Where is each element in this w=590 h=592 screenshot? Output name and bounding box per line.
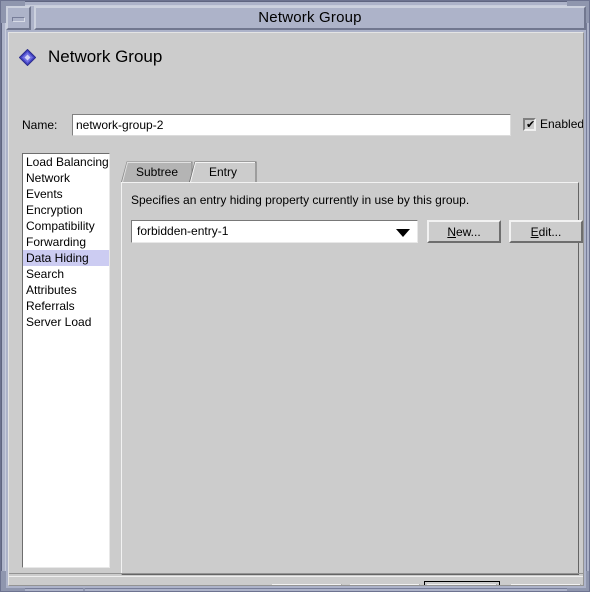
resize-grip-bottom-left-h[interactable] [1,588,25,591]
resize-grip-bottom-right-h[interactable] [567,588,589,591]
name-label: Name: [22,118,58,132]
tab-entry[interactable]: Entry [189,161,257,184]
diamond-icon [18,48,37,66]
enabled-checkbox-group[interactable]: ✔ Enabled [523,117,584,131]
sidebar-item-forwarding[interactable]: Forwarding [23,234,109,250]
name-row: Name: ✔ Enabled [22,114,583,138]
sidebar-item-attributes[interactable]: Attributes [23,282,109,298]
tab-strip: Subtree Entry [121,161,579,184]
entry-property-value: forbidden-entry-1 [137,224,229,238]
checkmark-icon: ✔ [526,117,536,131]
page-title: Network Group [48,47,163,66]
page-header: Network Group [18,47,163,67]
panel-description: Specifies an entry hiding property curre… [131,193,470,207]
sidebar-item-load-balancing[interactable]: Load Balancing [23,154,109,170]
edit-button[interactable]: Edit... [509,220,583,243]
minimize-button[interactable] [6,6,31,30]
sidebar-item-compatibility[interactable]: Compatibility [23,218,109,234]
enabled-checkbox[interactable]: ✔ [523,117,536,131]
sidebar-item-search[interactable]: Search [23,266,109,282]
tab-subtree[interactable]: Subtree [121,161,193,184]
sidebar-item-referrals[interactable]: Referrals [23,298,109,314]
edit-button-mnemonic: E [530,224,539,239]
name-input[interactable] [72,114,511,136]
title-bar: Network Group [6,6,586,30]
category-list[interactable]: Load Balancing Network Events Encryption… [22,153,110,568]
resize-grip-bottom-1[interactable] [83,588,85,591]
sidebar-item-network[interactable]: Network [23,170,109,186]
new-button-mnemonic: N [447,224,456,239]
help-button[interactable]: Help [511,584,581,585]
minimize-icon [12,17,25,22]
sidebar-item-server-load[interactable]: Server Load [23,314,109,330]
enabled-label: Enabled [540,117,584,131]
client-area: Network Group Name: ✔ Enabled Load Balan… [8,32,584,586]
application-window: Network Group Network Group Name: ✔ [0,0,590,592]
entry-property-combobox[interactable]: forbidden-entry-1 [131,220,418,243]
tab-subtree-label: Subtree [135,165,179,179]
footer-divider [9,573,583,577]
new-button[interactable]: New... [427,220,501,243]
close-button-focus-ring: Close [424,581,500,585]
sidebar-item-events[interactable]: Events [23,186,109,202]
save-button[interactable]: Save [272,584,342,585]
window-title: Network Group [34,6,586,30]
tab-entry-label: Entry [208,165,237,179]
new-button-label: ew... [455,224,481,239]
reset-button: Reset [350,584,420,585]
tab-panel-entry: Specifies an entry hiding property curre… [121,182,583,575]
chevron-down-icon [396,229,410,237]
edit-button-label: dit... [538,224,562,239]
sidebar-item-encryption[interactable]: Encryption [23,202,109,218]
sidebar-item-data-hiding[interactable]: Data Hiding [23,250,109,266]
close-button[interactable]: Close [427,584,497,585]
